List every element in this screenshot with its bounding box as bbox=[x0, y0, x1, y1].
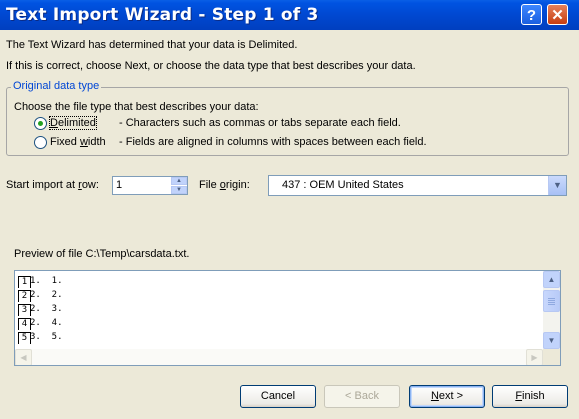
scroll-right-icon[interactable]: ▶ bbox=[526, 349, 543, 365]
file-origin-value: 437 : OEM United States bbox=[282, 179, 404, 191]
title-bar[interactable]: Text Import Wizard - Step 1 of 3 ? ✕ bbox=[0, 0, 579, 30]
grip-line bbox=[548, 302, 555, 303]
grip-line bbox=[548, 304, 555, 305]
group-legend: Original data type bbox=[11, 80, 102, 92]
finish-button[interactable]: Finish bbox=[492, 385, 568, 408]
delimited-label[interactable]: Delimited bbox=[49, 116, 97, 130]
preview-row-text: 1. 1. bbox=[30, 276, 63, 286]
preview-row-text: 2. 2. bbox=[30, 290, 63, 300]
preview-horizontal-scrollbar[interactable]: ◀ ▶ bbox=[15, 349, 543, 365]
preview-vertical-scrollbar[interactable]: ▲ ▼ bbox=[543, 271, 560, 349]
start-import-label: Start import at row: bbox=[6, 179, 99, 191]
fixed-width-radio[interactable] bbox=[34, 136, 47, 149]
intro-line-2: If this is correct, choose Next, or choo… bbox=[6, 60, 416, 72]
close-button[interactable]: ✕ bbox=[547, 4, 568, 25]
scrollbar-corner bbox=[543, 349, 560, 365]
next-button[interactable]: Next > bbox=[409, 385, 485, 408]
file-origin-select[interactable]: 437 : OEM United States ▼ bbox=[268, 175, 567, 196]
preview-row-text: 2. 4. bbox=[30, 318, 63, 328]
file-origin-label: File origin: bbox=[199, 179, 250, 191]
grip-line bbox=[548, 300, 555, 301]
spin-up-icon[interactable]: ▲ bbox=[171, 177, 187, 185]
window-title: Text Import Wizard - Step 1 of 3 bbox=[6, 5, 319, 25]
back-button[interactable]: < Back bbox=[324, 385, 400, 408]
file-type-prompt: Choose the file type that best describes… bbox=[14, 101, 259, 113]
scroll-up-icon[interactable]: ▲ bbox=[543, 271, 560, 288]
grip-line bbox=[548, 298, 555, 299]
scroll-down-icon[interactable]: ▼ bbox=[543, 332, 560, 349]
preview-row-text: 2. 3. bbox=[30, 304, 63, 314]
spin-down-icon[interactable]: ▼ bbox=[171, 186, 187, 194]
fixed-width-label[interactable]: Fixed width bbox=[50, 136, 106, 148]
preview-label: Preview of file C:\Temp\carsdata.txt. bbox=[14, 248, 190, 260]
delimited-description: - Characters such as commas or tabs sepa… bbox=[119, 117, 401, 129]
start-row-spinner[interactable]: 1 ▲ ▼ bbox=[112, 176, 188, 195]
fixed-width-description: - Fields are aligned in columns with spa… bbox=[119, 136, 427, 148]
scroll-left-icon[interactable]: ◀ bbox=[15, 349, 32, 365]
start-row-value[interactable]: 1 bbox=[116, 179, 122, 191]
delimited-radio[interactable] bbox=[34, 117, 47, 130]
chevron-down-icon[interactable]: ▼ bbox=[548, 176, 566, 195]
intro-line-1: The Text Wizard has determined that your… bbox=[6, 39, 298, 51]
cancel-button[interactable]: Cancel bbox=[240, 385, 316, 408]
help-button[interactable]: ? bbox=[521, 4, 542, 25]
scroll-thumb[interactable] bbox=[543, 290, 560, 312]
preview-row-text: 3. 5. bbox=[30, 332, 63, 342]
file-preview[interactable]: 1 1. 1. 2 2. 2. 3 2. 3. 4 2. 4. 5 3. 5. … bbox=[14, 270, 561, 366]
